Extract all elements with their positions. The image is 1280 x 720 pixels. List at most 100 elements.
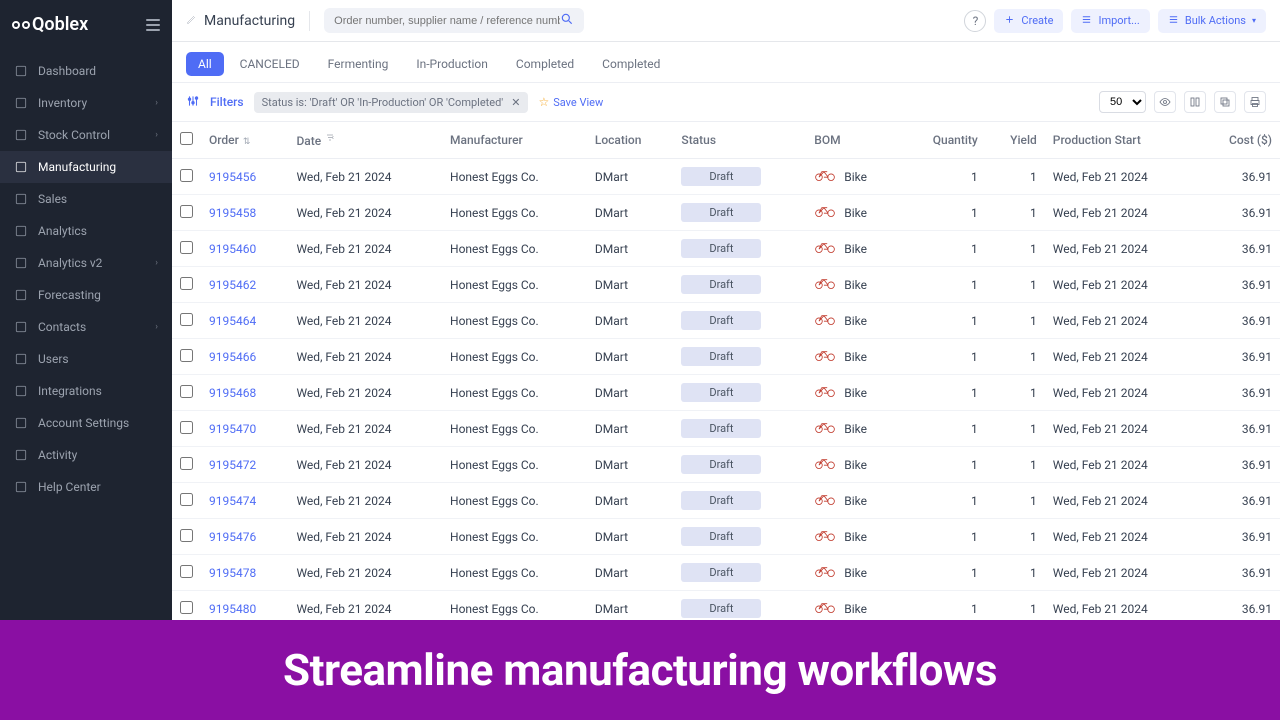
bom-cell[interactable]: Bike [814, 600, 893, 617]
sidebar-item-inventory[interactable]: Inventory› [0, 87, 172, 119]
help-button[interactable]: ? [964, 10, 986, 32]
row-checkbox[interactable] [180, 313, 193, 326]
tab-completed[interactable]: Completed [504, 52, 586, 76]
col-yield[interactable]: Yield [986, 122, 1045, 159]
sidebar-item-activity[interactable]: Activity [0, 439, 172, 471]
bom-cell[interactable]: Bike [814, 312, 893, 329]
bom-cell[interactable]: Bike [814, 384, 893, 401]
menu-toggle-icon[interactable] [146, 19, 160, 31]
sidebar-item-analytics[interactable]: Analytics [0, 215, 172, 247]
order-link[interactable]: 9195458 [209, 206, 256, 220]
table-wrap[interactable]: Order⇅ Date Manufacturer Location Status… [172, 122, 1280, 620]
sidebar-item-help-center[interactable]: Help Center [0, 471, 172, 503]
filter-icon[interactable] [186, 94, 200, 111]
row-checkbox[interactable] [180, 349, 193, 362]
order-link[interactable]: 9195466 [209, 350, 256, 364]
row-checkbox[interactable] [180, 493, 193, 506]
import-button[interactable]: Import... [1071, 9, 1149, 33]
bom-cell[interactable]: Bike [814, 456, 893, 473]
sidebar-item-contacts[interactable]: Contacts› [0, 311, 172, 343]
row-checkbox[interactable] [180, 601, 193, 614]
row-checkbox[interactable] [180, 565, 193, 578]
col-date[interactable]: Date [288, 122, 442, 159]
col-order[interactable]: Order⇅ [201, 122, 288, 159]
save-view-button[interactable]: ☆ Save View [538, 95, 603, 109]
visibility-button[interactable] [1154, 91, 1176, 113]
sidebar-item-analytics-v2[interactable]: Analytics v2› [0, 247, 172, 279]
bom-cell[interactable]: Bike [814, 240, 893, 257]
table-row[interactable]: 9195456Wed, Feb 21 2024Honest Eggs Co.DM… [172, 159, 1280, 195]
table-row[interactable]: 9195480Wed, Feb 21 2024Honest Eggs Co.DM… [172, 591, 1280, 621]
col-status[interactable]: Status [673, 122, 806, 159]
col-quantity[interactable]: Quantity [901, 122, 985, 159]
table-row[interactable]: 9195464Wed, Feb 21 2024Honest Eggs Co.DM… [172, 303, 1280, 339]
row-checkbox[interactable] [180, 169, 193, 182]
row-checkbox[interactable] [180, 457, 193, 470]
bom-cell[interactable]: Bike [814, 492, 893, 509]
bom-cell[interactable]: Bike [814, 528, 893, 545]
tab-canceled[interactable]: CANCELED [228, 52, 312, 76]
row-checkbox[interactable] [180, 277, 193, 290]
columns-button[interactable] [1184, 91, 1206, 113]
order-link[interactable]: 9195476 [209, 530, 256, 544]
order-link[interactable]: 9195462 [209, 278, 256, 292]
copy-button[interactable] [1214, 91, 1236, 113]
col-manufacturer[interactable]: Manufacturer [442, 122, 587, 159]
table-row[interactable]: 9195458Wed, Feb 21 2024Honest Eggs Co.DM… [172, 195, 1280, 231]
bom-cell[interactable]: Bike [814, 204, 893, 221]
bom-cell[interactable]: Bike [814, 564, 893, 581]
table-row[interactable]: 9195470Wed, Feb 21 2024Honest Eggs Co.DM… [172, 411, 1280, 447]
col-cost[interactable]: Cost ($) [1198, 122, 1280, 159]
bom-cell[interactable]: Bike [814, 420, 893, 437]
table-row[interactable]: 9195474Wed, Feb 21 2024Honest Eggs Co.DM… [172, 483, 1280, 519]
row-checkbox[interactable] [180, 421, 193, 434]
bom-cell[interactable]: Bike [814, 348, 893, 365]
filter-chip[interactable]: Status is: 'Draft' OR 'In-Production' OR… [254, 92, 529, 113]
table-row[interactable]: 9195468Wed, Feb 21 2024Honest Eggs Co.DM… [172, 375, 1280, 411]
row-checkbox[interactable] [180, 385, 193, 398]
table-row[interactable]: 9195460Wed, Feb 21 2024Honest Eggs Co.DM… [172, 231, 1280, 267]
filters-label[interactable]: Filters [210, 95, 244, 109]
order-link[interactable]: 9195464 [209, 314, 256, 328]
row-checkbox[interactable] [180, 529, 193, 542]
create-button[interactable]: Create [994, 9, 1063, 33]
order-link[interactable]: 9195474 [209, 494, 256, 508]
tab-fermenting[interactable]: Fermenting [316, 52, 401, 76]
sidebar-item-sales[interactable]: Sales [0, 183, 172, 215]
search-box[interactable] [324, 8, 584, 33]
bulk-actions-button[interactable]: Bulk Actions ▾ [1158, 9, 1266, 33]
tab-in-production[interactable]: In-Production [404, 52, 500, 76]
sidebar-item-dashboard[interactable]: Dashboard [0, 55, 172, 87]
bom-cell[interactable]: Bike [814, 276, 893, 293]
order-link[interactable]: 9195478 [209, 566, 256, 580]
table-row[interactable]: 9195476Wed, Feb 21 2024Honest Eggs Co.DM… [172, 519, 1280, 555]
logo[interactable]: Qoblex [12, 14, 88, 35]
search-icon[interactable] [560, 12, 574, 29]
sidebar-item-forecasting[interactable]: Forecasting [0, 279, 172, 311]
sidebar-item-integrations[interactable]: Integrations [0, 375, 172, 407]
close-icon[interactable]: ✕ [511, 96, 520, 109]
search-input[interactable] [334, 15, 560, 27]
tab-completed[interactable]: Completed [590, 52, 672, 76]
sidebar-item-stock-control[interactable]: Stock Control› [0, 119, 172, 151]
col-production-start[interactable]: Production Start [1045, 122, 1199, 159]
select-all-checkbox[interactable] [180, 132, 193, 145]
sidebar-item-manufacturing[interactable]: Manufacturing [0, 151, 172, 183]
table-row[interactable]: 9195466Wed, Feb 21 2024Honest Eggs Co.DM… [172, 339, 1280, 375]
order-link[interactable]: 9195460 [209, 242, 256, 256]
col-bom[interactable]: BOM [806, 122, 901, 159]
order-link[interactable]: 9195470 [209, 422, 256, 436]
table-row[interactable]: 9195472Wed, Feb 21 2024Honest Eggs Co.DM… [172, 447, 1280, 483]
table-row[interactable]: 9195462Wed, Feb 21 2024Honest Eggs Co.DM… [172, 267, 1280, 303]
sidebar-item-account-settings[interactable]: Account Settings [0, 407, 172, 439]
print-button[interactable] [1244, 91, 1266, 113]
row-checkbox[interactable] [180, 205, 193, 218]
order-link[interactable]: 9195456 [209, 170, 256, 184]
col-location[interactable]: Location [587, 122, 674, 159]
row-checkbox[interactable] [180, 241, 193, 254]
order-link[interactable]: 9195468 [209, 386, 256, 400]
order-link[interactable]: 9195472 [209, 458, 256, 472]
order-link[interactable]: 9195480 [209, 602, 256, 616]
table-row[interactable]: 9195478Wed, Feb 21 2024Honest Eggs Co.DM… [172, 555, 1280, 591]
page-size-select[interactable]: 50 [1099, 91, 1146, 113]
